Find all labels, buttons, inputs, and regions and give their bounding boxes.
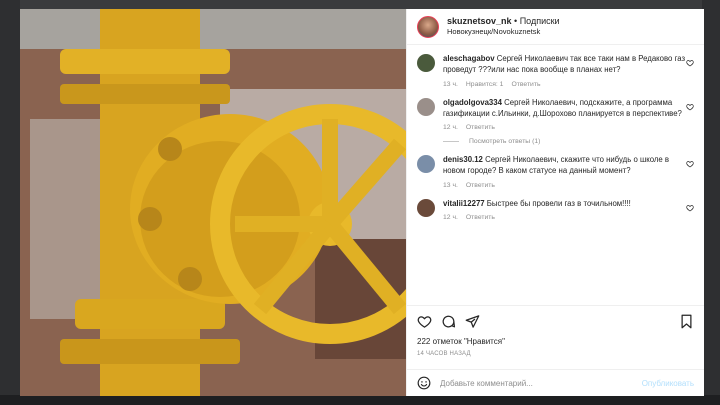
comment-bubble-icon[interactable] — [441, 314, 456, 329]
page-backdrop-left — [0, 0, 20, 405]
post-actions: 222 отметок "Нравится" 14 ЧАСОВ НАЗАД — [407, 305, 704, 369]
comment-item: olgadolgova334 Сергей Николаевич, подска… — [417, 97, 694, 131]
comment-item: denis30.12 Сергей Николаевич, скажите чт… — [417, 154, 694, 189]
reply-button[interactable]: Ответить — [466, 124, 495, 131]
heart-icon[interactable] — [686, 160, 694, 168]
post-location[interactable]: Новокузнецк/Novokuznetsk — [447, 27, 560, 36]
comment-username[interactable]: aleschagabov — [443, 54, 495, 63]
comment-item: aleschagabov Сергей Николаевич так все т… — [417, 53, 694, 88]
comment-username[interactable]: denis30.12 — [443, 155, 483, 164]
comment-username[interactable]: olgadolgova334 — [443, 98, 502, 107]
comment-avatar[interactable] — [417, 155, 435, 174]
reply-button[interactable]: Ответить — [466, 182, 495, 189]
post-modal: skuznetsov_nk • Подписки Новокузнецк/Nov… — [20, 9, 704, 396]
header-separator: • — [511, 16, 520, 27]
comment-input[interactable]: Добавьте комментарий... — [440, 379, 642, 388]
comment-username[interactable]: vitalii12277 — [443, 199, 485, 208]
page-backdrop-bottom — [0, 395, 720, 405]
valve-image — [20, 9, 406, 396]
like-heart-icon[interactable] — [417, 314, 432, 329]
comment-time[interactable]: 13 ч. — [443, 81, 458, 88]
replies-divider — [443, 141, 459, 143]
post-photo[interactable] — [20, 9, 406, 396]
author-avatar[interactable] — [417, 15, 439, 38]
comments-list[interactable]: aleschagabov Сергей Николаевич так все т… — [407, 45, 704, 305]
likes-count[interactable]: 222 отметок "Нравится" — [417, 337, 694, 346]
share-plane-icon[interactable] — [465, 314, 480, 329]
comment-avatar[interactable] — [417, 198, 435, 217]
comment-time[interactable]: 12 ч. — [443, 214, 458, 221]
comment-text: Быстрее бы провели газ в точильном!!!! — [486, 198, 631, 208]
following-button[interactable]: Подписки — [520, 16, 560, 26]
emoji-smile-icon[interactable] — [417, 376, 431, 390]
comment-time[interactable]: 12 ч. — [443, 124, 458, 131]
comment-item: vitalii12277 Быстрее бы провели газ в то… — [417, 198, 694, 221]
view-replies-label[interactable]: Посмотреть ответы (1) — [469, 138, 540, 145]
view-replies-button[interactable]: Посмотреть ответы (1) — [443, 138, 694, 145]
heart-icon[interactable] — [686, 103, 694, 111]
publish-button[interactable]: Опубликовать — [642, 379, 694, 388]
comment-time[interactable]: 13 ч. — [443, 182, 458, 189]
add-comment-bar: Добавьте комментарий... Опубликовать — [407, 369, 704, 396]
reply-button[interactable]: Ответить — [466, 214, 495, 221]
post-header: skuznetsov_nk • Подписки Новокузнецк/Nov… — [407, 9, 704, 45]
reply-button[interactable]: Ответить — [511, 81, 540, 88]
heart-icon[interactable] — [686, 204, 694, 212]
bookmark-icon[interactable] — [679, 314, 694, 329]
post-timestamp[interactable]: 14 ЧАСОВ НАЗАД — [417, 351, 694, 357]
comment-likes[interactable]: Нравится: 1 — [466, 81, 504, 88]
heart-icon[interactable] — [686, 59, 694, 67]
author-username[interactable]: skuznetsov_nk — [447, 16, 512, 26]
page-backdrop-right — [702, 0, 720, 405]
comment-avatar[interactable] — [417, 97, 435, 116]
comment-avatar[interactable] — [417, 54, 435, 72]
post-side-panel: skuznetsov_nk • Подписки Новокузнецк/Nov… — [406, 9, 704, 396]
